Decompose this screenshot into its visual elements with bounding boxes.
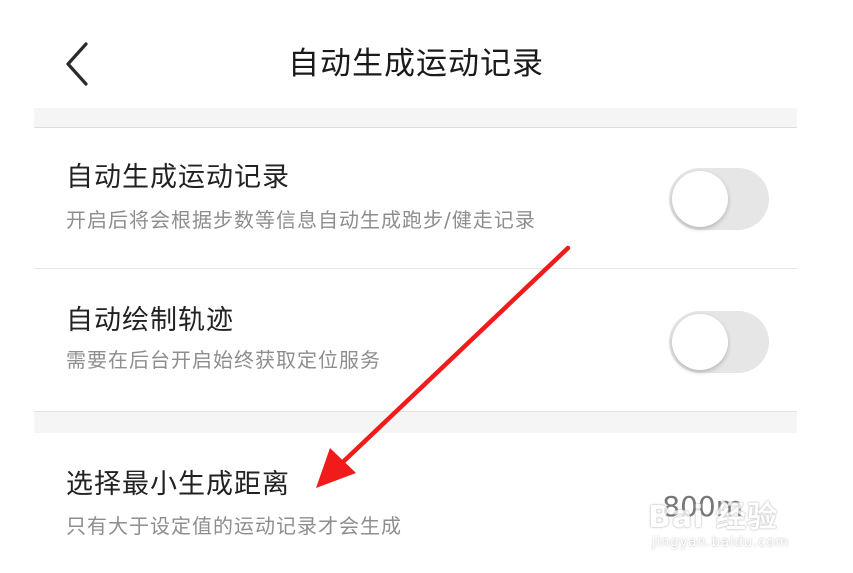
setting-title: 选择最小生成距离 [66,469,290,500]
setting-title: 自动生成运动记录 [66,162,290,193]
setting-row-auto-record[interactable]: 自动生成运动记录 开启后将会根据步数等信息自动生成跑步/健走记录 [34,128,797,269]
section-divider [34,108,797,128]
setting-description: 需要在后台开启始终获取定位服务 [66,348,381,372]
section-divider [34,411,797,434]
setting-row-auto-track[interactable]: 自动绘制轨迹 需要在后台开启始终获取定位服务 [34,269,797,411]
toggle-knob [672,171,728,227]
auto-track-toggle[interactable] [669,311,769,373]
setting-description: 开启后将会根据步数等信息自动生成跑步/健走记录 [66,208,536,232]
setting-title: 自动绘制轨迹 [66,305,234,336]
app-header: 自动生成运动记录 [0,0,853,108]
setting-description: 只有大于设定值的运动记录才会生成 [66,514,402,538]
page-title: 自动生成运动记录 [288,46,544,82]
toggle-knob [672,314,728,370]
setting-row-min-distance[interactable]: 选择最小生成距离 只有大于设定值的运动记录才会生成 800m [34,433,797,573]
min-distance-value[interactable]: 800m [662,487,743,527]
auto-record-toggle[interactable] [669,168,769,230]
